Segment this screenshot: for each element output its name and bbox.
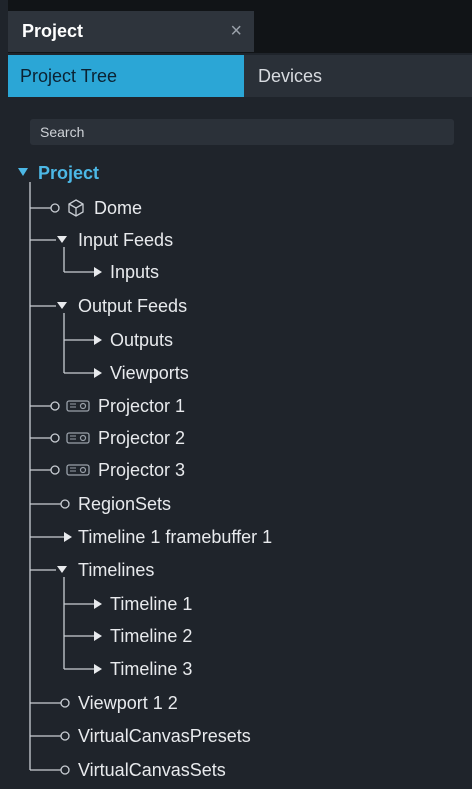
caret-right-icon[interactable]	[94, 267, 102, 277]
tree-item-label: Dome	[94, 197, 143, 218]
tree-item-timeline-3[interactable]: Timeline 3	[110, 657, 192, 681]
tree-item-output-feeds[interactable]: Output Feeds	[78, 294, 187, 318]
caret-down-icon[interactable]	[57, 566, 67, 573]
tree-item-timelines[interactable]: Timelines	[78, 558, 154, 582]
leaf-circle-icon	[50, 203, 60, 213]
caret-right-icon[interactable]	[64, 532, 72, 542]
tree-item-projector-2[interactable]: Projector 2	[66, 426, 185, 450]
leaf-circle-icon	[60, 765, 70, 775]
caret-down-icon[interactable]	[57, 236, 67, 243]
tree-item-label: Projector 3	[98, 459, 186, 480]
projector-icon	[66, 463, 90, 477]
tree-item-regionsets[interactable]: RegionSets	[78, 492, 171, 516]
tree-item-outputs[interactable]: Outputs	[110, 328, 173, 352]
tree-item-timeline-1[interactable]: Timeline 1	[110, 592, 192, 616]
leaf-circle-icon	[60, 731, 70, 741]
tree-item-virtualcanvaspresets[interactable]: VirtualCanvasPresets	[78, 724, 251, 748]
leaf-circle-icon	[50, 465, 60, 475]
caret-down-icon[interactable]	[57, 302, 67, 309]
tree-root-project[interactable]: Project	[38, 161, 99, 185]
caret-right-icon[interactable]	[94, 631, 102, 641]
tree-item-input-feeds[interactable]: Input Feeds	[78, 228, 173, 252]
projector-icon	[66, 399, 90, 413]
project-tree: Project Dome Input Feeds Inputs Output F…	[8, 0, 472, 789]
tree-item-timeline-1-framebuffer-1[interactable]: Timeline 1 framebuffer 1	[78, 525, 272, 549]
tree-item-viewports[interactable]: Viewports	[110, 361, 189, 385]
leaf-circle-icon	[50, 401, 60, 411]
tree-item-inputs[interactable]: Inputs	[110, 260, 159, 284]
tree-item-virtualcanvassets[interactable]: VirtualCanvasSets	[78, 758, 226, 782]
tree-item-label: Projector 2	[98, 427, 186, 448]
tree-item-projector-3[interactable]: Projector 3	[66, 458, 185, 482]
tree-item-dome[interactable]: Dome	[66, 196, 142, 220]
leaf-circle-icon	[50, 433, 60, 443]
caret-right-icon[interactable]	[94, 599, 102, 609]
tree-item-viewport-1-2[interactable]: Viewport 1 2	[78, 691, 178, 715]
root-caret-down-icon[interactable]	[18, 168, 28, 176]
leaf-circle-icon	[60, 499, 70, 509]
caret-right-icon[interactable]	[94, 664, 102, 674]
leaf-circle-icon	[60, 698, 70, 708]
caret-right-icon[interactable]	[94, 368, 102, 378]
tree-item-timeline-2[interactable]: Timeline 2	[110, 624, 192, 648]
dome-icon	[66, 198, 86, 218]
caret-right-icon[interactable]	[94, 335, 102, 345]
projector-icon	[66, 431, 90, 445]
tree-item-projector-1[interactable]: Projector 1	[66, 394, 185, 418]
project-panel: Project × Project Tree Devices Search Pr…	[8, 0, 472, 789]
tree-item-label: Projector 1	[98, 395, 186, 416]
